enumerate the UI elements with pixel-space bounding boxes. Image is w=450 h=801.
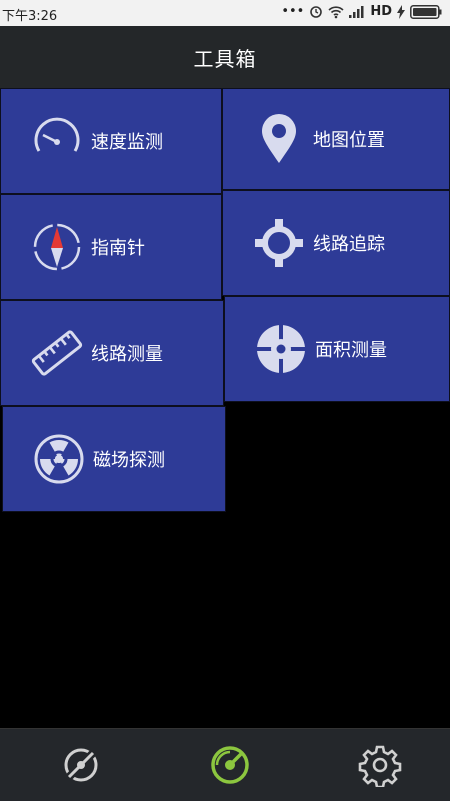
- speedometer-icon: [31, 115, 83, 167]
- notification-dots: •••: [281, 4, 305, 19]
- status-bar: 下午3:26 ••• HD: [0, 0, 450, 26]
- nav-settings-button[interactable]: [358, 743, 402, 789]
- charging-icon: [397, 4, 405, 19]
- target-icon: [255, 323, 307, 375]
- signal-icon: [349, 5, 365, 18]
- crosshair-icon: [253, 217, 305, 269]
- bottom-nav: [0, 728, 450, 801]
- tool-label: 线路追踪: [313, 234, 385, 255]
- tool-area-measure[interactable]: 面积测量: [224, 296, 450, 402]
- radiation-icon: [33, 433, 85, 485]
- nav-satellite-button[interactable]: [59, 743, 103, 787]
- tool-grid: 速度监测 地图位置 指南针 线路追踪 线路测量 面积测量 磁场探测: [0, 88, 450, 728]
- tool-route-measure[interactable]: 线路测量: [0, 300, 224, 406]
- gear-icon: [358, 745, 402, 791]
- status-icons: ••• HD: [281, 4, 442, 19]
- tool-map-location[interactable]: 地图位置: [222, 88, 450, 190]
- alarm-icon: [309, 5, 323, 19]
- network-type: HD: [370, 4, 392, 19]
- tool-compass[interactable]: 指南针: [0, 194, 222, 300]
- tool-label: 磁场探测: [93, 450, 165, 471]
- radar-icon: [208, 746, 252, 791]
- tool-label: 面积测量: [315, 340, 387, 361]
- tool-label: 指南针: [91, 238, 145, 259]
- app-header: 工具箱: [0, 26, 450, 88]
- tool-speed-monitor[interactable]: 速度监测: [0, 88, 222, 194]
- tool-label: 线路测量: [91, 344, 163, 365]
- page-title: 工具箱: [193, 46, 257, 71]
- tool-label: 速度监测: [91, 132, 163, 153]
- tool-label: 地图位置: [313, 130, 385, 151]
- nav-radar-button[interactable]: [208, 743, 252, 787]
- battery-icon: [410, 4, 442, 19]
- map-pin-icon: [253, 113, 305, 165]
- compass-icon: [31, 221, 83, 273]
- tool-magnetic-detect[interactable]: 磁场探测: [2, 406, 226, 512]
- ruler-icon: [31, 327, 83, 379]
- wifi-icon: [328, 5, 344, 19]
- satellite-icon: [59, 748, 103, 791]
- status-time: 下午3:26: [2, 9, 58, 24]
- tool-route-tracking[interactable]: 线路追踪: [222, 190, 450, 296]
